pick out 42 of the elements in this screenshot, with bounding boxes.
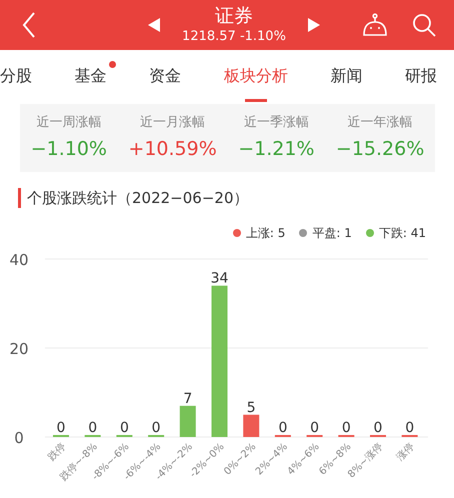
stat-label: 近一周涨幅 xyxy=(36,114,102,132)
legend-label: 上涨: 5 xyxy=(246,224,286,242)
stat-label: 近一季涨幅 xyxy=(244,114,309,132)
stat-label: 近一年涨幅 xyxy=(348,114,413,132)
bar-value-label: 0 xyxy=(342,420,351,436)
bar-value-label: 0 xyxy=(405,420,414,436)
stat-value: −1.21% xyxy=(238,137,314,162)
stat-value: −15.26% xyxy=(336,137,424,162)
stat-value: +10.59% xyxy=(128,137,217,162)
axis-tick-label: 20 xyxy=(9,340,29,358)
bar-value-label: 7 xyxy=(183,390,192,407)
stat-value: −1.10% xyxy=(30,137,107,162)
bar-value-label: 0 xyxy=(88,420,98,436)
bar-value-label: 0 xyxy=(56,420,66,436)
bar-value-label: 5 xyxy=(246,400,256,416)
category-label: 跌停 xyxy=(46,441,68,464)
bar-value-label: 0 xyxy=(278,420,288,436)
bar-value-label: 0 xyxy=(374,420,382,436)
search-icon[interactable] xyxy=(412,13,436,37)
next-icon[interactable] xyxy=(308,18,320,32)
page-title: 证券 xyxy=(215,4,253,28)
robot-icon[interactable] xyxy=(362,13,388,37)
tab[interactable]: 基金 xyxy=(74,50,107,100)
back-icon[interactable] xyxy=(22,12,36,38)
tab[interactable]: 研报 xyxy=(404,50,437,100)
index-quote: 1218.57 -1.10% xyxy=(182,28,286,46)
stat-label: 近一月涨幅 xyxy=(140,114,206,132)
axis-tick-label: 0 xyxy=(14,429,24,447)
axis-tick-label: 40 xyxy=(9,251,29,269)
section-title: 个股涨跌统计（2022−06−20） xyxy=(27,188,248,208)
tab[interactable]: 板块分析 xyxy=(224,50,288,100)
legend-label: 下跌: 41 xyxy=(378,224,426,242)
bar-value-label: 0 xyxy=(120,420,129,436)
tab[interactable]: 新闻 xyxy=(330,50,362,100)
bar-value-label: 34 xyxy=(210,270,228,287)
tab[interactable]: 资金 xyxy=(149,50,182,100)
category-label: 涨停 xyxy=(394,441,417,464)
previous-icon[interactable] xyxy=(148,18,160,32)
bar-value-label: 0 xyxy=(152,420,161,436)
legend-label: 平盘: 1 xyxy=(312,224,352,242)
bar-value-label: 0 xyxy=(310,420,320,436)
tab[interactable]: 分股 xyxy=(0,50,32,100)
